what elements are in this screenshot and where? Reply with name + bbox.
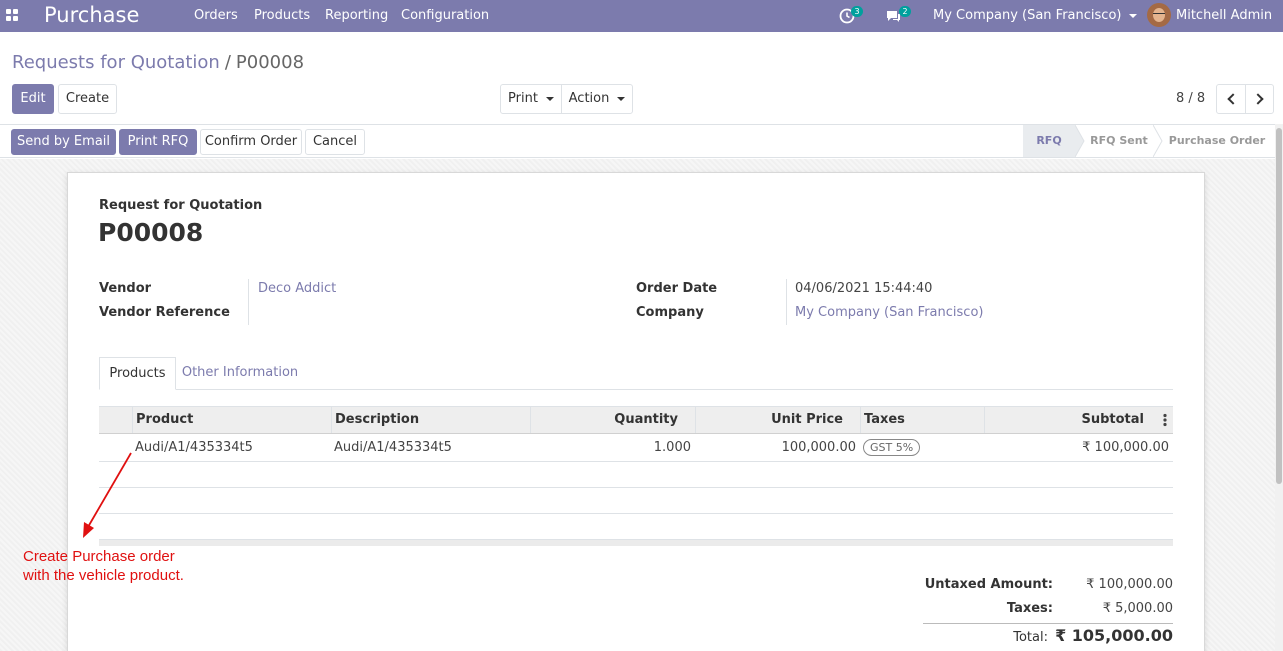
annotation-text-line2: with the vehicle product. [23, 567, 184, 584]
annotation-text-line1: Create Purchase order [23, 548, 175, 565]
annotation-arrow [83, 452, 132, 538]
